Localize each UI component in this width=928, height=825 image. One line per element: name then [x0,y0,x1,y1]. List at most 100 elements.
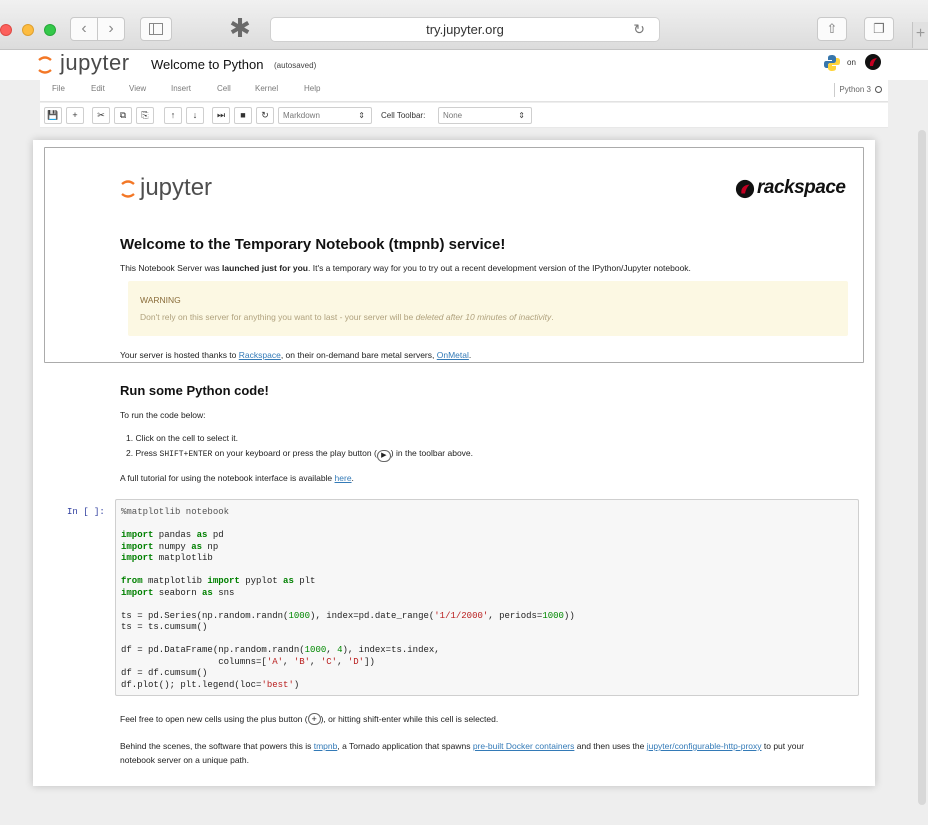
behind-text-b: , a Tornado application that spawns [337,741,473,751]
menu-file[interactable]: File [52,84,65,93]
jupyter-logo-text: jupyter [140,174,213,201]
restart-icon[interactable]: ↻ [256,107,274,124]
intro-text-bold: launched just for you [222,263,308,273]
address-bar[interactable]: try.jupyter.org ↻ [270,17,660,42]
play-icon: ▶ [376,450,391,462]
tutorial-text-a: A full tutorial for using the notebook i… [120,473,335,483]
docker-containers-link[interactable]: pre-built Docker containers [473,741,575,751]
intro-paragraph: This Notebook Server was launched just f… [120,263,691,273]
vertical-scrollbar[interactable] [918,130,926,805]
rackspace-logo-text: rackspace [757,177,846,198]
sidebar-icon [149,23,163,35]
shift-enter-kbd: SHIFT+ENTER [159,450,213,459]
intro-text-a: This Notebook Server was [120,263,223,273]
select-arrows-icon: ⇕ [358,111,365,120]
url-text: try.jupyter.org [426,22,504,37]
cell-toolbar-label: Cell Toolbar: [381,111,426,120]
autosave-status: (autosaved) [274,61,317,70]
run-step-1: 1. Click on the cell to select it. [126,433,238,443]
behind-text-a: Behind the scenes, the software that pow… [120,741,314,751]
python-logo-icon [824,55,840,71]
tmpnb-link[interactable]: tmpnb [314,741,338,751]
warning-title: WARNING [140,295,181,305]
run-cell-icon[interactable]: ⏭ [212,107,230,124]
markdown-cell-intro[interactable]: jupyter rackspace Welcome to the Tempora… [44,147,864,363]
close-window-button[interactable] [0,24,12,36]
share-icon[interactable]: ⇧ [817,17,847,41]
cut-icon[interactable]: ✂ [92,107,110,124]
run-steps-list: 1. Click on the cell to select it. 2. Pr… [126,433,473,463]
warning-text-a: Don't rely on this server for anything y… [140,312,416,322]
menu-edit[interactable]: Edit [91,84,105,93]
notebook-toolbar: 💾 + ✂ ⧉ ⎘ ↑ ↓ ⏭ ■ ↻ Markdown ⇕ Cell Toolb… [40,103,888,128]
feel-text-b: ), or hitting shift-enter while this cel… [320,714,499,724]
notebook-page: jupyter rackspace Welcome to the Tempora… [33,140,875,786]
input-prompt: In [ ]: [67,507,105,517]
menu-view[interactable]: View [129,84,146,93]
forward-icon[interactable]: › [97,17,125,41]
run-step-2: 2. Press SHIFT+ENTER on your keyboard or… [126,448,473,463]
tutorial-text-b: . [351,473,354,483]
zoom-window-button[interactable] [44,24,56,36]
kernel-status-icon [875,86,882,93]
kernel-indicator: Python 3 [834,83,882,97]
code-cell[interactable]: %matplotlib notebook import pandas as pd… [115,499,859,696]
welcome-heading: Welcome to the Temporary Notebook (tmpnb… [120,236,506,253]
move-up-icon[interactable]: ↑ [164,107,182,124]
notebook-header: jupyter Welcome to Python (autosaved) on [0,50,928,80]
new-tab-icon[interactable]: + [912,22,928,48]
interrupt-icon[interactable]: ■ [234,107,252,124]
jupyter-logo-text[interactable]: jupyter [60,50,130,76]
tutorial-link[interactable]: here [335,473,352,483]
extension-icon[interactable]: ✱ [222,15,258,43]
cell-toolbar-select[interactable]: None ⇕ [438,107,532,124]
reload-icon[interactable]: ↻ [633,18,645,41]
insert-cell-icon[interactable]: + [66,107,84,124]
menu-insert[interactable]: Insert [171,84,191,93]
warning-text-em: deleted after 10 minutes of inactivity [415,312,552,322]
paste-icon[interactable]: ⎘ [136,107,154,124]
rackspace-link[interactable]: Rackspace [239,350,281,360]
back-icon[interactable]: ‹ [70,17,98,41]
menu-cell[interactable]: Cell [217,84,231,93]
kernel-name: Python 3 [839,85,871,94]
rackspace-logo-icon [735,179,755,199]
copy-icon[interactable]: ⧉ [114,107,132,124]
menu-help[interactable]: Help [304,84,320,93]
hosting-paragraph: Your server is hosted thanks to Rackspac… [120,350,471,360]
rackspace-logo-icon [865,54,881,70]
code-content[interactable]: %matplotlib notebook import pandas as pd… [121,507,575,691]
feel-text-a: Feel free to open new cells using the pl… [120,714,308,724]
menu-bar: File Edit View Insert Cell Kernel Help P… [40,80,888,102]
sidebar-toggle-button[interactable] [140,17,172,41]
step2-text-c: ) in the toolbar above. [390,448,474,458]
save-icon[interactable]: 💾 [44,107,62,124]
jupyter-logo-icon[interactable] [38,54,52,76]
move-down-icon[interactable]: ↓ [186,107,204,124]
notebook-title[interactable]: Welcome to Python [151,57,263,72]
menu-kernel[interactable]: Kernel [255,84,278,93]
warning-box: WARNING Don't rely on this server for an… [128,281,848,336]
new-cells-paragraph: Feel free to open new cells using the pl… [120,713,498,725]
onmetal-link[interactable]: OnMetal [437,350,469,360]
plus-icon: + [307,713,321,725]
select-arrows-icon: ⇕ [518,111,525,120]
behind-scenes-paragraph: Behind the scenes, the software that pow… [120,739,840,767]
browser-toolbar: ‹ › ✱ try.jupyter.org ↻ ⇧ ❐ + [0,0,928,50]
tabs-icon[interactable]: ❐ [864,17,894,41]
step2-text-a: 2. Press [126,448,160,458]
run-intro: To run the code below: [120,410,206,420]
warning-text-b: . [551,312,554,322]
http-proxy-link[interactable]: jupyter/configurable-http-proxy [647,741,762,751]
cell-type-value: Markdown [283,111,320,120]
host-text-b: , on their on-demand bare metal servers, [280,350,437,360]
cell-toolbar-value: None [443,111,463,120]
intro-text-b: . It's a temporary way for you to try ou… [308,263,691,273]
on-text: on [847,58,856,67]
tutorial-paragraph: A full tutorial for using the notebook i… [120,473,354,483]
cell-type-select[interactable]: Markdown ⇕ [278,107,372,124]
minimize-window-button[interactable] [22,24,34,36]
host-text-c: . [468,350,472,360]
behind-text-c: and then uses the [574,741,647,751]
host-text-a: Your server is hosted thanks to [120,350,239,360]
